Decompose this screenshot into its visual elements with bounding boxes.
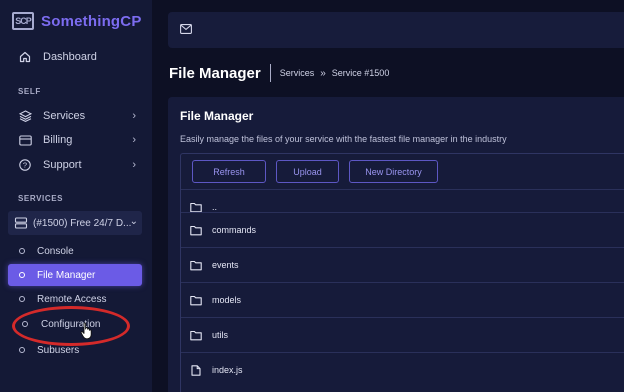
sidebar-item-label: File Manager [37,269,96,281]
file-name: index.js [212,365,243,375]
service-select[interactable]: (#1500) Free 24/7 D... ⌄ [8,211,142,235]
file-manager-card: File Manager Easily manage the files of … [168,97,624,392]
folder-icon [190,202,202,212]
circle-bullet-icon [19,296,25,302]
file-icon [191,364,201,376]
sidebar-item-label: Console [37,245,74,257]
sidebar-item-subusers[interactable]: Subusers [8,339,142,361]
mail-icon[interactable] [180,24,192,34]
file-row[interactable]: utils [181,317,624,352]
credit-card-icon [18,133,32,147]
header-divider [269,64,271,82]
chevron-right-icon: › [132,110,136,122]
page-header: File Manager Services » Service #1500 [169,64,389,82]
sidebar-item-dashboard[interactable]: Dashboard [8,45,142,69]
upload-button[interactable]: Upload [276,160,339,183]
sidebar: SCP SomethingCP Dashboard SELF Services … [0,0,152,392]
circle-bullet-icon [19,347,25,353]
page-title: File Manager [169,64,261,82]
sidebar-item-label: Remote Access [37,293,107,305]
circle-bullet-icon [19,272,25,278]
chevron-down-icon: ⌄ [129,216,138,227]
file-name: commands [212,225,257,235]
chevron-right-icon: › [132,134,136,146]
top-bar [168,12,624,48]
new-directory-button[interactable]: New Directory [349,160,438,183]
file-name: models [212,295,242,305]
sidebar-item-services[interactable]: Services › [8,104,142,128]
circle-bullet-icon [22,321,28,327]
breadcrumb-service: Service #1500 [331,68,390,78]
breadcrumb-separator: » [320,67,326,79]
file-browser: Refresh Upload New Directory .. commands… [180,153,624,392]
sidebar-item-configuration[interactable]: Configuration [8,313,142,335]
file-name: events [212,260,239,270]
service-select-value: (#1500) Free 24/7 D... [33,217,132,229]
sidebar-item-label: Services [43,110,86,122]
hand-cursor-icon [80,322,92,340]
server-icon [14,216,28,230]
sidebar-item-label: Subusers [37,344,80,356]
file-name: utils [212,330,229,340]
sidebar-item-billing[interactable]: Billing › [8,128,142,152]
svg-text:?: ? [23,161,27,170]
help-circle-icon: ? [18,158,32,172]
section-label-self: SELF [18,87,41,96]
sidebar-item-label: Dashboard [43,51,97,63]
sidebar-item-file-manager[interactable]: File Manager [8,264,142,286]
folder-icon [190,260,202,270]
file-row[interactable]: events [181,247,624,282]
breadcrumb-services[interactable]: Services [280,68,315,78]
file-row[interactable]: index.js [181,352,624,387]
section-label-services: SERVICES [18,194,64,203]
circle-bullet-icon [19,248,25,254]
home-icon [18,50,32,64]
sidebar-item-label: Billing [43,134,73,146]
card-description: Easily manage the files of your service … [180,134,507,144]
layers-icon [18,109,32,123]
card-title: File Manager [180,109,254,123]
chevron-right-icon: › [132,159,136,171]
file-row[interactable]: models [181,282,624,317]
brand[interactable]: SCP SomethingCP [12,12,142,30]
sidebar-item-support[interactable]: ? Support › [8,153,142,177]
brand-name: SomethingCP [41,12,142,30]
file-name: .. [212,202,218,212]
folder-icon [190,330,202,340]
sidebar-item-console[interactable]: Console [8,240,142,262]
sidebar-item-label: Support [43,159,82,171]
file-toolbar: Refresh Upload New Directory [192,160,438,183]
sidebar-item-remote-access[interactable]: Remote Access [8,288,142,310]
file-row[interactable]: commands [181,212,624,247]
folder-icon [190,225,202,235]
brand-logo: SCP [12,12,34,30]
folder-icon [190,295,202,305]
refresh-button[interactable]: Refresh [192,160,266,183]
